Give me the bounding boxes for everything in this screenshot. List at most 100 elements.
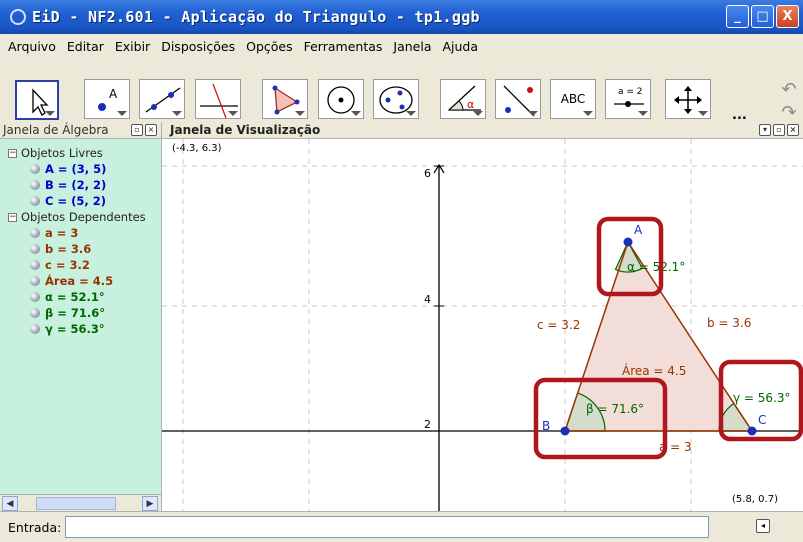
conic-tool-button[interactable] — [373, 79, 419, 119]
menu-exibir[interactable]: Exibir — [115, 39, 150, 54]
input-help-icon[interactable]: ◂ — [756, 519, 770, 533]
move-tool-icon — [32, 88, 49, 116]
graphics-panel-header: Janela de Visualização ▾ ▫ × — [161, 122, 803, 139]
y-tick-label: 2 — [424, 418, 431, 431]
object-label: β = 71.6° — [45, 306, 105, 320]
algebra-horizontal-scrollbar[interactable]: ◀ ▶ — [0, 494, 161, 511]
visibility-toggle-icon[interactable] — [30, 276, 40, 286]
dependent-objects-label: Objetos Dependentes — [21, 210, 146, 224]
menu-disposicoes[interactable]: Disposições — [161, 39, 235, 54]
object-label: c = 3.2 — [45, 258, 90, 272]
visibility-toggle-icon[interactable] — [30, 196, 40, 206]
list-item[interactable]: A = (3, 5) — [0, 161, 106, 177]
point-tool-button[interactable]: A — [84, 79, 130, 119]
toolbar: A α ABC a = 2 ... ↶ ↷ — [0, 59, 803, 123]
line-tool-button[interactable] — [139, 79, 185, 119]
point-a-label: A — [634, 223, 643, 237]
visibility-toggle-icon[interactable] — [30, 292, 40, 302]
scroll-left-icon[interactable]: ◀ — [2, 496, 18, 511]
list-item[interactable]: C = (5, 2) — [0, 193, 106, 209]
close-panel-icon[interactable]: × — [787, 124, 799, 136]
list-item[interactable]: c = 3.2 — [0, 257, 90, 273]
visibility-toggle-icon[interactable] — [30, 324, 40, 334]
menu-arquivo[interactable]: Arquivo — [8, 39, 56, 54]
algebra-panel-header: Janela de Álgebra ▫ × — [0, 122, 161, 139]
y-tick-label: 6 — [424, 167, 431, 180]
menu-ferramentas[interactable]: Ferramentas — [304, 39, 383, 54]
input-field[interactable] — [65, 516, 710, 538]
object-label: C = (5, 2) — [45, 194, 106, 208]
list-item[interactable]: Área = 4.5 — [0, 273, 113, 289]
menu-editar[interactable]: Editar — [67, 39, 104, 54]
slider-tool-button[interactable]: a = 2 — [605, 79, 651, 119]
angle-tool-button[interactable]: α — [440, 79, 486, 119]
angle-tool-label: α — [467, 98, 475, 111]
segment-c-label: c = 3.2 — [537, 318, 580, 332]
undo-icon[interactable]: ↶ — [781, 79, 796, 100]
visibility-toggle-icon[interactable] — [30, 260, 40, 270]
graphics-canvas[interactable]: 6 4 2 (-4.3, 6.3) (5.8, 0.7) A B C α = 5… — [162, 139, 803, 511]
area-label: Área = 4.5 — [622, 363, 686, 378]
visibility-toggle-icon[interactable] — [30, 308, 40, 318]
detach-icon[interactable]: ▫ — [773, 124, 785, 136]
geogebra-app-icon — [10, 9, 26, 25]
visibility-toggle-icon[interactable] — [30, 244, 40, 254]
move-view-tool-button[interactable] — [665, 79, 711, 119]
point-a[interactable] — [623, 237, 633, 247]
maximize-button[interactable]: □ — [751, 5, 774, 28]
visibility-toggle-icon[interactable] — [30, 180, 40, 190]
collapse-icon[interactable]: − — [8, 212, 17, 222]
menu-ajuda[interactable]: Ajuda — [442, 39, 478, 54]
point-b-label: B — [542, 419, 550, 433]
free-objects-label: Objetos Livres — [21, 146, 103, 160]
object-label: b = 3.6 — [45, 242, 92, 256]
minimize-button[interactable]: _ — [726, 5, 749, 28]
collapse-icon[interactable]: − — [8, 148, 17, 158]
bottom-right-coordinate: (5.8, 0.7) — [732, 494, 778, 505]
object-label: γ = 56.3° — [45, 322, 105, 336]
object-label: Área = 4.5 — [45, 274, 114, 288]
menu-opcoes[interactable]: Opções — [246, 39, 293, 54]
scroll-right-icon[interactable]: ▶ — [142, 496, 158, 511]
segment-b-label: b = 3.6 — [707, 316, 751, 330]
list-item[interactable]: β = 71.6° — [0, 305, 105, 321]
object-label: A = (3, 5) — [45, 162, 107, 176]
reflect-tool-button[interactable] — [495, 79, 541, 119]
circle-center-tool-button[interactable] — [318, 79, 364, 119]
angle-alpha-label: α = 52.1° — [627, 260, 685, 274]
algebra-view: − Objetos Livres A = (3, 5) B = (2, 2) C… — [0, 139, 161, 494]
window-title: EiD - NF2.601 - Aplicação do Triangulo -… — [32, 8, 480, 26]
menu-bar: Arquivo Editar Exibir Disposições Opções… — [0, 34, 803, 59]
title-bar: EiD - NF2.601 - Aplicação do Triangulo -… — [0, 0, 803, 34]
list-item[interactable]: α = 52.1° — [0, 289, 105, 305]
visibility-toggle-icon[interactable] — [30, 164, 40, 174]
object-label: B = (2, 2) — [45, 178, 107, 192]
close-button[interactable]: X — [776, 5, 799, 28]
input-bar: Entrada: ◂ — [0, 511, 803, 542]
more-tools-button[interactable]: ... — [732, 108, 747, 123]
point-c-label: C — [758, 413, 766, 427]
input-label: Entrada: — [8, 519, 62, 535]
scroll-thumb[interactable] — [36, 497, 116, 510]
point-c[interactable] — [747, 426, 757, 436]
menu-janela[interactable]: Janela — [393, 39, 431, 54]
perpendicular-tool-button[interactable] — [195, 79, 241, 119]
graphics-view[interactable]: 6 4 2 (-4.3, 6.3) (5.8, 0.7) A B C α = 5… — [161, 139, 803, 511]
move-tool-button[interactable] — [15, 80, 59, 120]
list-item[interactable]: a = 3 — [0, 225, 78, 241]
point-tool-label: A — [109, 87, 118, 101]
redo-icon[interactable]: ↷ — [781, 102, 796, 123]
style-bar-toggle-icon[interactable]: ▾ — [759, 124, 771, 136]
list-item[interactable]: b = 3.6 — [0, 241, 91, 257]
detach-icon[interactable]: ▫ — [131, 124, 143, 136]
polygon-tool-button[interactable] — [262, 79, 308, 119]
visibility-toggle-icon[interactable] — [30, 228, 40, 238]
dependent-objects-folder[interactable]: − Objetos Dependentes — [0, 209, 146, 225]
list-item[interactable]: B = (2, 2) — [0, 177, 106, 193]
list-item[interactable]: γ = 56.3° — [0, 321, 105, 337]
point-b[interactable] — [560, 426, 570, 436]
text-tool-button[interactable]: ABC — [550, 79, 596, 119]
free-objects-folder[interactable]: − Objetos Livres — [0, 145, 103, 161]
algebra-panel-title: Janela de Álgebra — [3, 123, 109, 137]
close-panel-icon[interactable]: × — [145, 124, 157, 136]
